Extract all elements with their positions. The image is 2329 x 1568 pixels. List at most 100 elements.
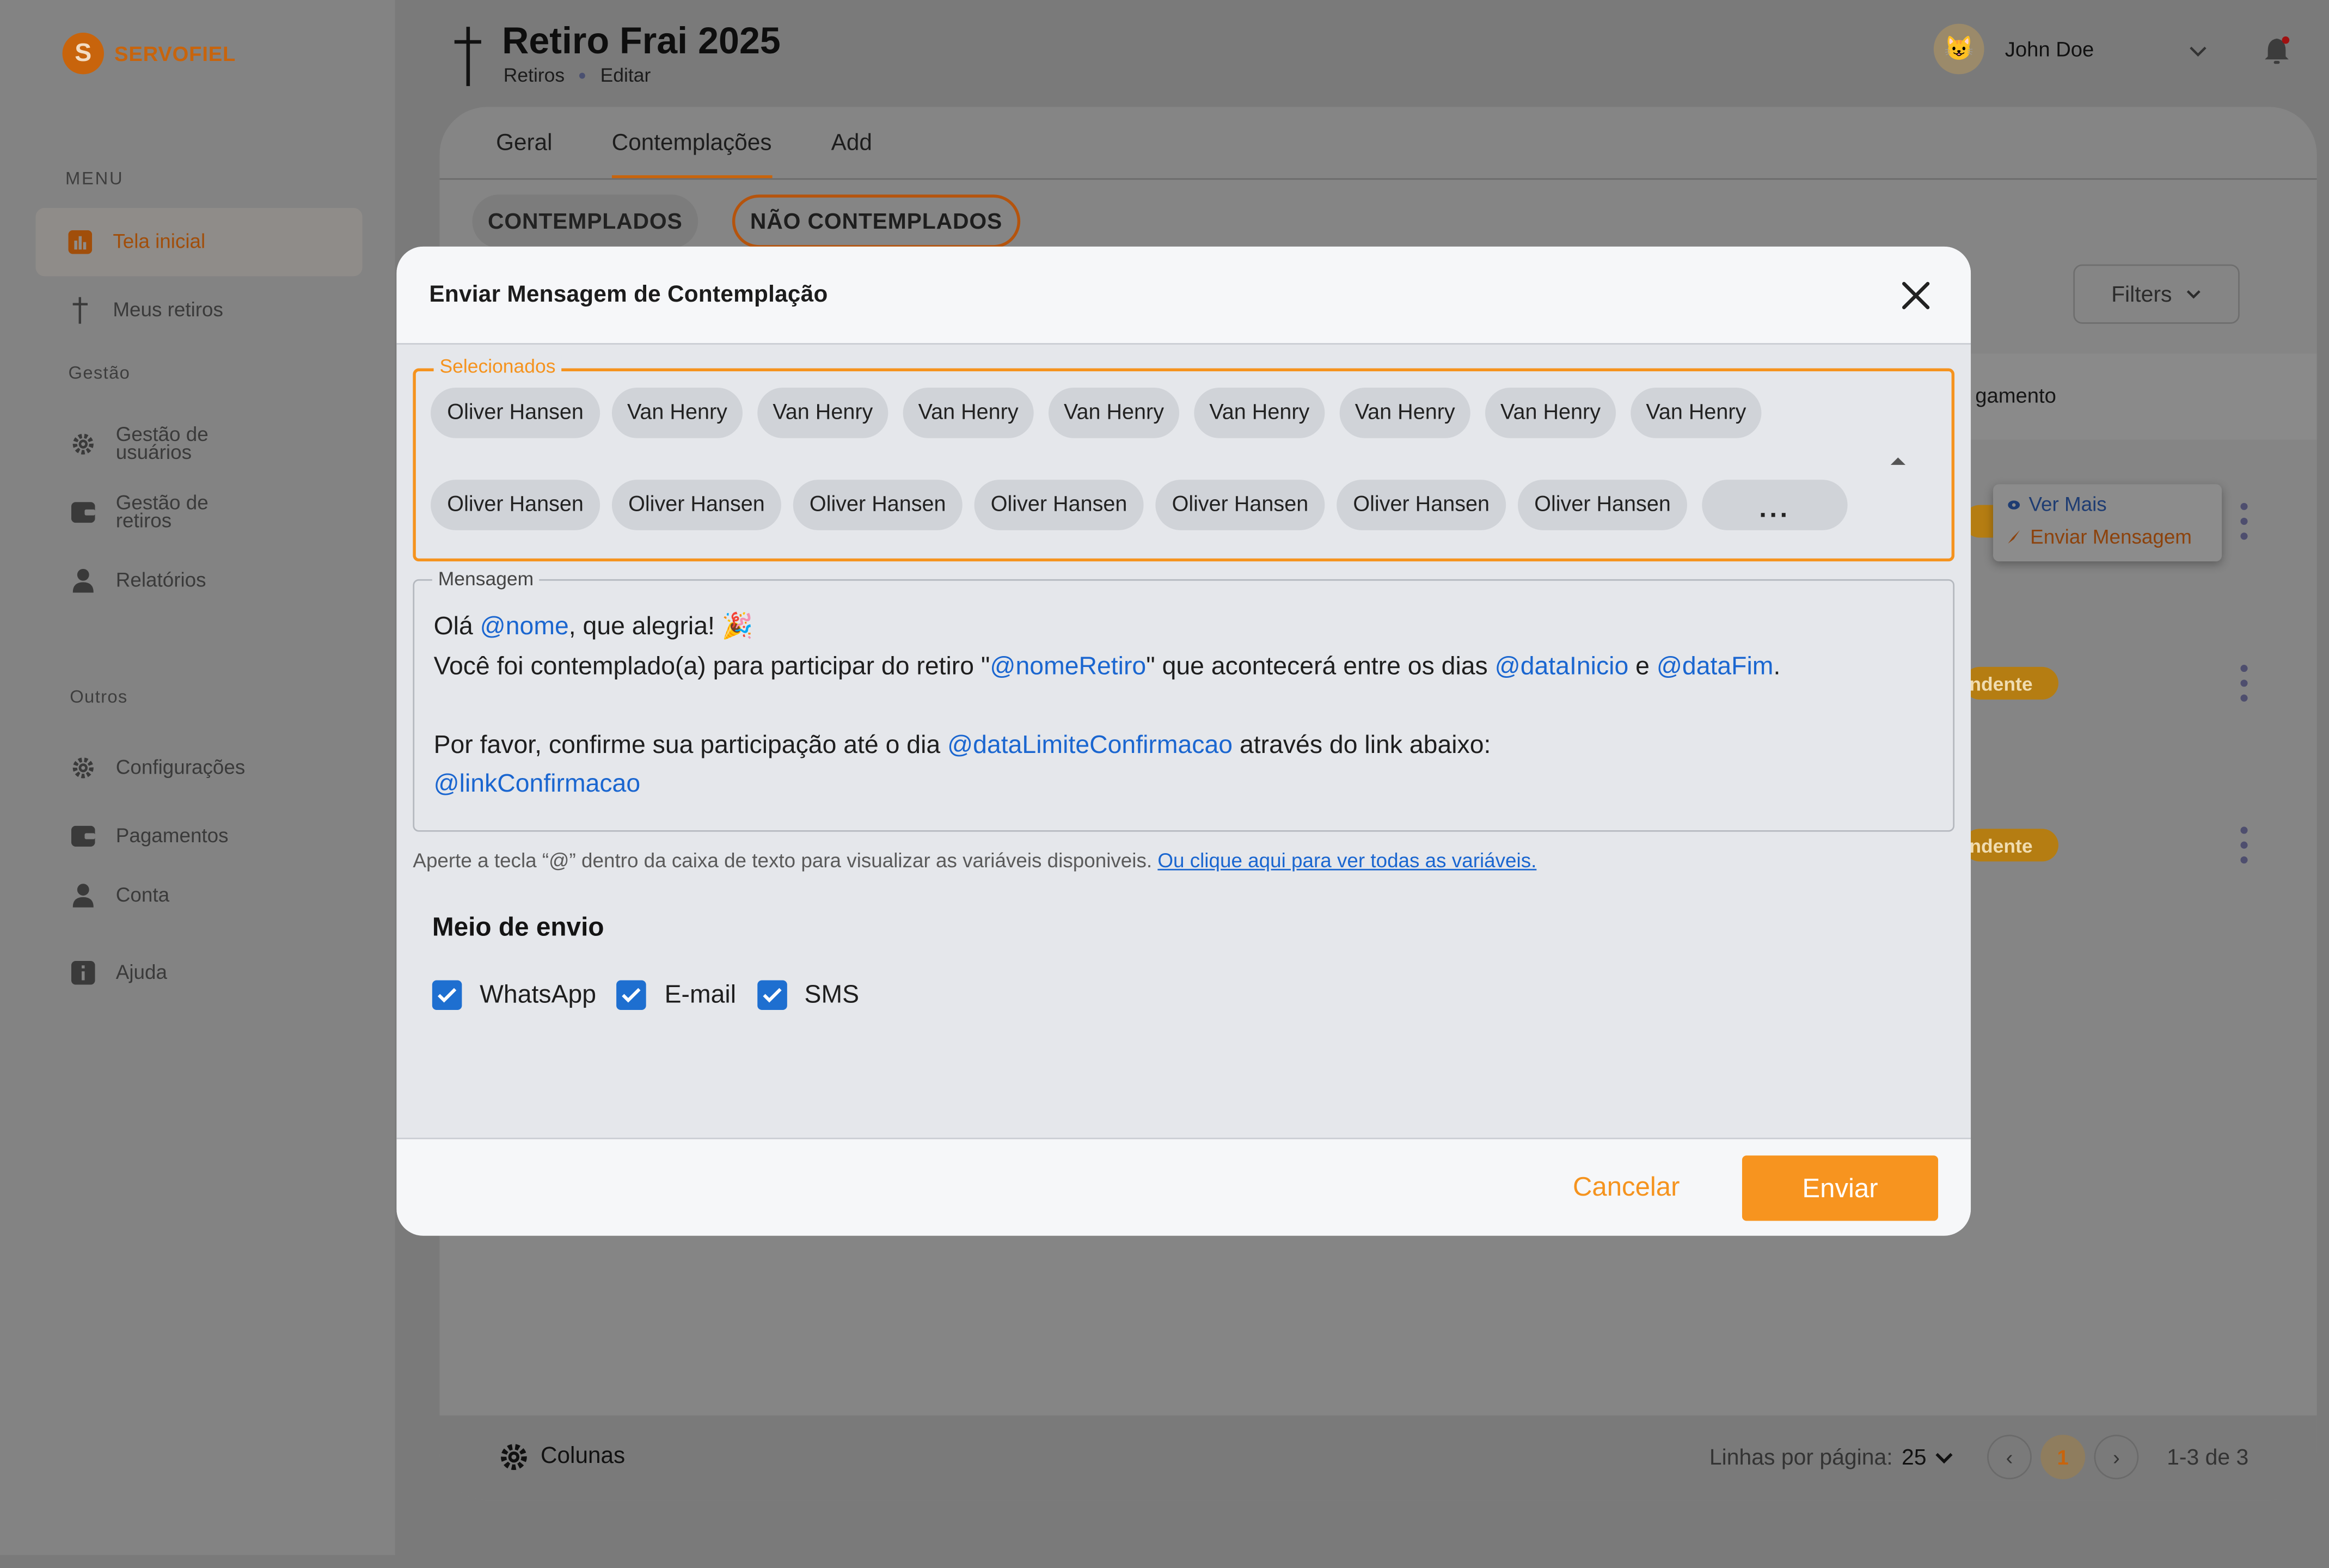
email-label[interactable]: E-mail [665, 980, 736, 1010]
sidebar-item-relatorios[interactable]: Relatórios [35, 547, 362, 615]
more-vertical-icon[interactable] [2240, 826, 2248, 865]
filter-pill-contemplados[interactable]: CONTEMPLADOS [472, 194, 698, 248]
sms-label[interactable]: SMS [805, 980, 860, 1010]
selected-recipients-field[interactable]: Selecionados Oliver Hansen Van Henry Van… [413, 354, 1955, 562]
send-button[interactable]: Enviar [1742, 1155, 1939, 1221]
chevron-down-icon[interactable] [2186, 39, 2210, 63]
selected-legend: Selecionados [433, 354, 562, 377]
wallet-icon [71, 824, 95, 848]
current-page[interactable]: 1 [2040, 1435, 2086, 1480]
recipient-chip[interactable]: Oliver Hansen [431, 480, 600, 530]
sidebar: S SERVOFIEL MENU Tela inicial Meus retir… [0, 0, 395, 1555]
sidebar-item-tela-inicial[interactable]: Tela inicial [35, 207, 363, 277]
tab-bar: Geral Contemplações Add [496, 131, 872, 179]
tab-add[interactable]: Add [831, 131, 872, 178]
filters-button[interactable]: Filters [2073, 264, 2240, 324]
menu-item-label: Enviar Mensagem [2030, 525, 2192, 548]
person-icon [71, 884, 95, 908]
message-segment: . [1773, 651, 1781, 680]
message-segment: " que acontecerá entre os dias [1146, 651, 1495, 680]
message-segment: , que alegria! 🎉 [568, 611, 753, 640]
screen-root: S SERVOFIEL MENU Tela inicial Meus retir… [0, 0, 2329, 1568]
status-badge: ndente [1963, 829, 2059, 862]
chevron-down-icon[interactable] [1935, 1452, 1953, 1464]
cancel-button[interactable]: Cancelar [1573, 1172, 1680, 1203]
message-textarea[interactable]: Mensagem Olá @nome, que alegria! 🎉 Você … [413, 567, 1955, 832]
whatsapp-checkbox[interactable] [432, 980, 462, 1010]
recipient-chip[interactable]: Oliver Hansen [1155, 480, 1325, 530]
sidebar-item-label: Conta [115, 884, 170, 906]
check-icon [762, 988, 781, 1003]
breadcrumb-item-editar: Editar [600, 64, 651, 87]
sidebar-item-gestao-retiros[interactable]: Gestão de retiros [35, 478, 362, 546]
more-vertical-icon[interactable] [2240, 664, 2248, 702]
message-segment: Você foi contemplado(a) para participar … [433, 651, 990, 680]
email-checkbox[interactable] [617, 980, 647, 1010]
wallet-icon [71, 500, 95, 524]
prev-page-button[interactable]: ‹ [1987, 1435, 2032, 1480]
sidebar-item-ajuda[interactable]: Ajuda [35, 939, 362, 1007]
recipient-chip[interactable]: Van Henry [611, 388, 743, 438]
sidebar-item-gestao-usuarios[interactable]: Gestão de usuários [35, 410, 362, 478]
next-page-button[interactable]: › [2094, 1435, 2139, 1480]
app-logo[interactable]: S SERVOFIEL [62, 33, 235, 75]
cross-icon [68, 297, 92, 324]
recipient-chip[interactable]: Van Henry [1194, 388, 1325, 438]
breadcrumb-separator [579, 72, 586, 78]
column-header-pagamento: gamento [1975, 383, 2056, 407]
sidebar-item-label: Gestão de usuários [115, 423, 209, 464]
menu-item-enviar-mensagem[interactable]: Enviar Mensagem [2008, 526, 2192, 548]
pagination-range: 1-3 de 3 [2167, 1445, 2249, 1471]
caret-up-icon[interactable] [1889, 455, 1907, 467]
message-segment: Por favor, confirme sua participação até… [433, 730, 948, 758]
recipient-chip[interactable]: Van Henry [757, 388, 888, 438]
sidebar-item-meus-retiros[interactable]: Meus retiros [35, 276, 362, 344]
sidebar-outros-label: Outros [70, 686, 128, 707]
whatsapp-label[interactable]: WhatsApp [480, 980, 596, 1010]
recipient-chip[interactable]: Oliver Hansen [611, 480, 781, 530]
recipient-chip[interactable]: Van Henry [1048, 388, 1180, 438]
bell-icon[interactable] [2263, 35, 2290, 65]
recipient-chip[interactable]: Oliver Hansen [431, 388, 600, 438]
menu-item-label: Ver Mais [2028, 493, 2107, 516]
gear-icon [71, 432, 95, 456]
more-vertical-icon[interactable] [2240, 502, 2248, 541]
sidebar-item-conta[interactable]: Conta [35, 861, 362, 929]
person-icon [71, 568, 95, 593]
dialog-title: Enviar Mensagem de Contemplação [429, 282, 828, 308]
recipient-chip[interactable]: Oliver Hansen [974, 480, 1144, 530]
chevron-down-icon [2187, 290, 2201, 299]
sms-checkbox[interactable] [757, 980, 787, 1010]
menu-item-ver-mais[interactable]: Ver Mais [2008, 493, 2107, 516]
sidebar-item-label: Gestão de retiros [115, 491, 209, 532]
avatar: 😺 [1933, 23, 1984, 75]
info-icon [71, 961, 95, 985]
recipient-chip[interactable]: Van Henry [903, 388, 1034, 438]
user-menu[interactable]: 😺 John Doe [1933, 23, 2094, 75]
variable-token: @dataFim [1656, 651, 1774, 680]
dialog-header: Enviar Mensagem de Contemplação [396, 246, 1971, 345]
rows-per-page-select[interactable]: 25 [1902, 1445, 1927, 1470]
recipient-chip[interactable]: Van Henry [1631, 388, 1762, 438]
variable-token: @dataLimiteConfirmacao [947, 730, 1233, 758]
more-recipients-chip[interactable]: ... [1702, 480, 1848, 530]
breadcrumb-item-retiros[interactable]: Retiros [504, 64, 565, 86]
sidebar-item-configuracoes[interactable]: Configurações [35, 734, 362, 802]
check-icon [438, 988, 457, 1003]
gear-icon [501, 1444, 527, 1471]
filter-pill-nao-contemplados[interactable]: NÃO CONTEMPLADOS [732, 194, 1021, 248]
message-segment: através do link abaixo: [1233, 730, 1491, 758]
variable-token: @linkConfirmacao [433, 769, 641, 798]
recipient-chip[interactable]: Oliver Hansen [1337, 480, 1506, 530]
view-variables-link[interactable]: Ou clique aqui para ver todas as variáve… [1157, 849, 1536, 872]
sidebar-item-pagamentos[interactable]: Pagamentos [35, 802, 362, 870]
tab-contemplacoes[interactable]: Contemplações [611, 131, 772, 179]
columns-button[interactable]: Colunas [499, 1442, 625, 1472]
recipient-chip[interactable]: Oliver Hansen [793, 480, 963, 530]
tab-geral[interactable]: Geral [496, 131, 552, 178]
recipient-chip[interactable]: Van Henry [1339, 388, 1470, 438]
close-icon[interactable] [1899, 279, 1932, 312]
recipient-chip[interactable]: Oliver Hansen [1518, 480, 1688, 530]
recipient-chip[interactable]: Van Henry [1485, 388, 1616, 438]
send-icon [2008, 530, 2020, 544]
